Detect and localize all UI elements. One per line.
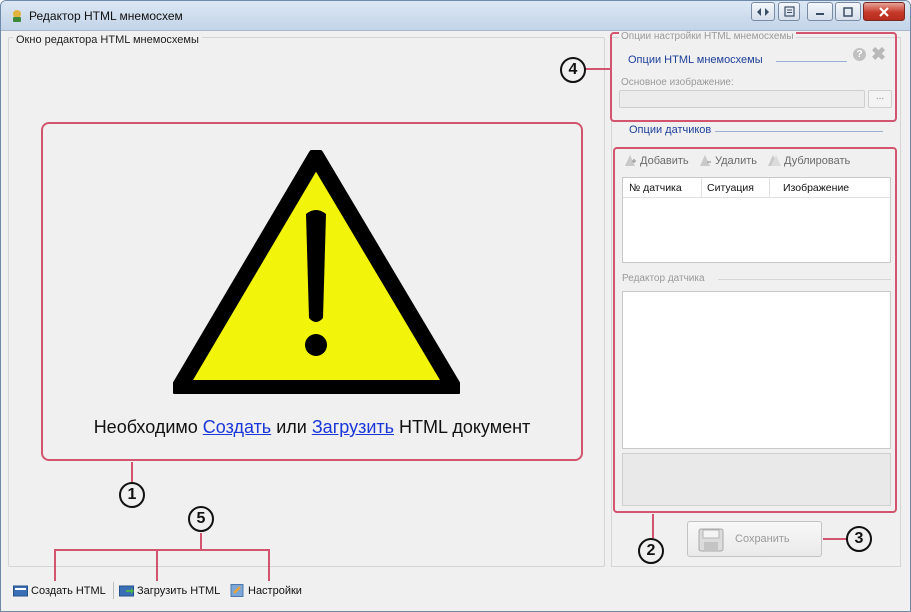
warning-message: Необходимо Создать или Загрузить HTML до…	[1, 417, 623, 438]
window-title: Редактор HTML мнемосхем	[29, 9, 183, 23]
load-html-button[interactable]: Загрузить HTML	[119, 584, 220, 597]
load-html-label: Загрузить HTML	[137, 584, 221, 597]
warning-suffix: HTML документ	[394, 417, 531, 437]
create-html-icon	[13, 585, 28, 597]
editor-group-label: Окно редактора HTML мнемосхемы	[13, 34, 202, 46]
create-html-button[interactable]: Создать HTML	[13, 584, 106, 597]
callout-5-bar	[54, 549, 270, 551]
warning-middle: или	[271, 417, 312, 437]
callout-3: 3	[846, 526, 872, 552]
delete-sensor-button[interactable]: Удалить	[699, 154, 757, 167]
warning-prefix: Необходимо	[93, 417, 203, 437]
sensor-editor-label: Редактор датчика	[622, 273, 705, 284]
close-icon	[879, 6, 889, 17]
column-divider	[701, 178, 702, 198]
minimize-button[interactable]	[807, 2, 833, 21]
column-header-situation[interactable]: Ситуация	[707, 182, 754, 194]
callout-5: 5	[188, 506, 214, 532]
create-link[interactable]: Создать	[203, 417, 271, 437]
callout-4: 4	[560, 57, 586, 83]
main-image-input[interactable]	[619, 90, 865, 108]
warning-icon	[173, 150, 460, 394]
html-options-divider	[776, 61, 847, 62]
settings-label: Настройки	[248, 584, 302, 597]
main-image-label: Основное изображение:	[621, 77, 734, 88]
add-sensor-label: Добавить	[640, 154, 689, 167]
minimize-icon	[816, 12, 824, 15]
sensor-editor-divider	[718, 279, 891, 280]
sensor-preview-area	[622, 453, 891, 506]
callout-3-connector	[823, 538, 847, 540]
callout-1: 1	[119, 482, 145, 508]
sensor-table[interactable]: № датчика Ситуация Изображение	[622, 177, 891, 263]
callout-5-stem	[200, 533, 202, 550]
load-html-icon	[119, 585, 134, 597]
save-icon	[698, 528, 724, 552]
create-html-label: Создать HTML	[31, 584, 106, 597]
toolbar-separator	[113, 582, 114, 599]
load-link[interactable]: Загрузить	[312, 417, 394, 437]
settings-icon	[230, 584, 244, 597]
duplicate-sensor-button[interactable]: Дублировать	[768, 154, 850, 167]
title-bar[interactable]: Редактор HTML мнемосхем	[1, 1, 910, 31]
app-icon	[13, 10, 21, 22]
browse-button[interactable]: ...	[868, 90, 892, 108]
duplicate-sensor-label: Дублировать	[784, 154, 851, 167]
add-sensor-button[interactable]: Добавить	[624, 154, 689, 167]
help-icon[interactable]: ?	[853, 48, 866, 61]
delete-sensor-icon	[700, 155, 711, 166]
main-window: Редактор HTML мнемосхем Окно редактора H…	[0, 0, 911, 612]
sensor-table-header: № датчика Ситуация Изображение	[623, 178, 890, 198]
add-sensor-icon	[625, 155, 636, 166]
sensor-editor-area[interactable]	[622, 291, 891, 449]
window-options-icon	[783, 6, 795, 17]
duplicate-sensor-icon	[768, 155, 781, 166]
callout-4-connector	[585, 68, 611, 70]
column-divider	[769, 178, 770, 198]
column-header-image[interactable]: Изображение	[783, 182, 849, 194]
maximize-icon	[843, 6, 853, 17]
callout-5-right-drop	[268, 549, 270, 581]
options-legend: Опции настройки HTML мнемосхемы	[619, 31, 796, 42]
settings-button[interactable]: Настройки	[230, 584, 302, 597]
extra-window-button[interactable]	[778, 2, 800, 21]
nav-arrows-icon	[757, 7, 769, 16]
close-button[interactable]	[863, 2, 905, 21]
callout-2: 2	[638, 538, 664, 564]
save-label: Сохранить	[735, 533, 790, 545]
callout-5-left-drop	[54, 549, 56, 581]
html-options-title: Опции HTML мнемосхемы	[628, 54, 763, 66]
callout-5-mid-drop	[156, 549, 158, 581]
callout-2-connector	[652, 514, 654, 538]
save-button[interactable]: Сохранить	[687, 521, 822, 557]
delete-sensor-label: Удалить	[715, 154, 757, 167]
callout-1-connector	[131, 462, 133, 482]
maximize-button[interactable]	[835, 2, 861, 21]
column-header-sensor-number[interactable]: № датчика	[629, 182, 682, 194]
close-options-icon[interactable]: ✖	[871, 44, 886, 65]
extra-nav-button[interactable]	[751, 2, 775, 21]
sensor-options-divider	[715, 131, 883, 132]
sensor-options-title: Опции датчиков	[629, 124, 712, 136]
